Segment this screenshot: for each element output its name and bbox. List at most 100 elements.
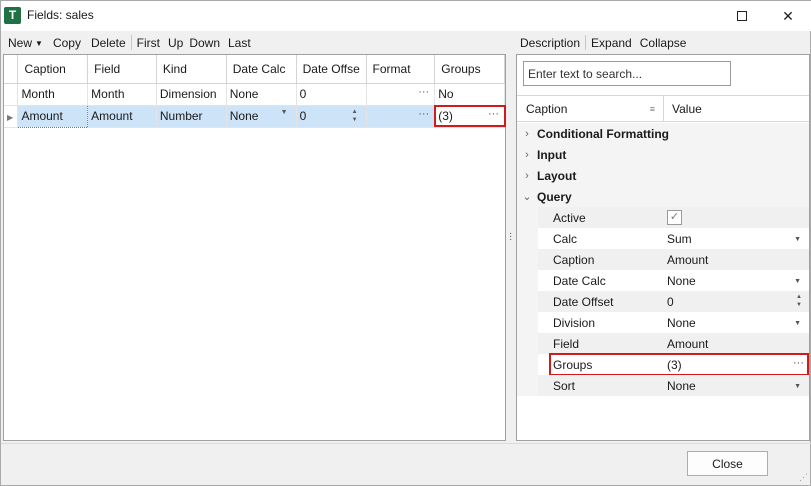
chevron-down-icon[interactable]: ▼: [794, 383, 801, 390]
description-button[interactable]: Description: [517, 36, 585, 50]
inspector-toolbar: Description Expand Collapse: [517, 34, 691, 51]
table-row-selected[interactable]: ▶ Amount Amount Number None ▼ 0 ▲ ▼ ··· (3)…: [4, 104, 505, 128]
cell-kind[interactable]: Dimension: [156, 83, 227, 106]
chevron-down-icon[interactable]: ⌄: [517, 190, 537, 203]
cell-format[interactable]: ···: [366, 105, 436, 128]
chevron-right-icon[interactable]: ›: [517, 128, 537, 140]
fields-grid: Caption Field Kind Date Calc Date Offse …: [4, 55, 505, 128]
row-indicator[interactable]: ▶: [4, 105, 19, 128]
property-value[interactable]: None ▼: [665, 312, 809, 333]
property-name: Division: [553, 315, 596, 330]
cell-field[interactable]: Month: [87, 83, 157, 106]
ellipsis-icon[interactable]: ···: [418, 108, 429, 120]
row-indicator-header: [4, 55, 19, 84]
cell-date-offset[interactable]: 0: [296, 83, 367, 106]
chevron-down-icon: ▼: [35, 38, 43, 48]
column-header-date-offset[interactable]: Date Offse: [296, 55, 367, 84]
chevron-right-icon[interactable]: ›: [517, 170, 537, 182]
row-indicator[interactable]: [4, 83, 19, 106]
property-value-text: Amount: [667, 336, 709, 351]
column-header-field[interactable]: Field: [87, 55, 157, 84]
column-header-date-calc[interactable]: Date Calc: [226, 55, 297, 84]
property-name: Active: [538, 207, 665, 228]
close-window-button[interactable]: ✕: [765, 1, 811, 31]
spinner-icon[interactable]: ▲ ▼: [352, 108, 358, 124]
new-label: New: [8, 35, 33, 50]
property-field[interactable]: Field Amount: [517, 333, 809, 354]
row-arrow-icon: ▶: [7, 113, 14, 122]
cell-field[interactable]: Amount: [87, 105, 157, 128]
category-conditional-formatting[interactable]: › Conditional Formatting: [517, 123, 809, 144]
property-list: › Conditional Formatting › Input › Layou…: [517, 123, 809, 396]
copy-button[interactable]: Copy: [48, 36, 86, 50]
chevron-down-icon[interactable]: ▼: [281, 109, 288, 116]
close-button[interactable]: Close: [687, 451, 768, 476]
caption-column-header[interactable]: Caption ≡: [517, 96, 664, 121]
up-button[interactable]: Up: [165, 36, 186, 50]
category-input[interactable]: › Input: [517, 144, 809, 165]
property-active[interactable]: Active ✓: [517, 207, 809, 228]
cell-date-calc[interactable]: None: [226, 83, 297, 106]
maximize-button[interactable]: [719, 1, 765, 31]
cell-format[interactable]: ···: [366, 83, 436, 106]
title-bar: T Fields: sales — ✕: [1, 1, 811, 31]
property-sort[interactable]: Sort None ▼: [517, 375, 809, 396]
cell-date-calc[interactable]: None ▼: [226, 105, 297, 128]
property-groups[interactable]: Groups (3) ···: [517, 353, 809, 376]
down-button[interactable]: Down: [186, 36, 223, 50]
property-value-text: 0: [667, 294, 674, 309]
value-column-header: Value: [672, 101, 702, 116]
collapse-button[interactable]: Collapse: [637, 36, 692, 50]
active-checkbox[interactable]: ✓: [667, 210, 682, 225]
column-header-groups[interactable]: Groups: [434, 55, 505, 84]
property-value[interactable]: 0 ▲ ▼: [665, 291, 809, 312]
column-header-kind[interactable]: Kind: [156, 55, 227, 84]
column-header-format[interactable]: Format: [366, 55, 436, 84]
property-header: Caption ≡ Value: [517, 95, 809, 122]
grid-toolbar: New ▼ Copy Delete First Up Down Last: [3, 34, 256, 51]
chevron-right-icon[interactable]: ›: [517, 149, 537, 161]
property-value[interactable]: ✓: [665, 207, 809, 228]
property-value[interactable]: Amount: [665, 249, 809, 270]
cell-date-calc-value: None: [229, 109, 259, 123]
new-button[interactable]: New ▼: [3, 36, 48, 50]
property-value[interactable]: None ▼: [665, 375, 809, 396]
first-button[interactable]: First: [132, 36, 165, 50]
property-caption[interactable]: Caption Amount: [517, 249, 809, 270]
property-date-calc[interactable]: Date Calc None ▼: [517, 270, 809, 291]
delete-button[interactable]: Delete: [86, 36, 131, 50]
category-label: Query: [537, 189, 572, 204]
expand-button[interactable]: Expand: [586, 36, 637, 50]
chevron-down-icon[interactable]: ▼: [794, 236, 801, 243]
chevron-down-icon[interactable]: ▼: [794, 278, 801, 285]
ellipsis-icon[interactable]: ···: [418, 86, 429, 98]
table-row[interactable]: Month Month Dimension None 0 ··· No: [4, 83, 505, 106]
resize-grip-icon[interactable]: ⋰: [799, 472, 808, 483]
property-value[interactable]: Amount: [665, 333, 809, 354]
window-title: Fields: sales: [27, 8, 94, 22]
cell-date-offset-value: 0: [299, 109, 307, 123]
property-value-text: None: [667, 273, 696, 288]
chevron-down-icon[interactable]: ▼: [794, 320, 801, 327]
splitter-handle[interactable]: · · ·: [509, 229, 512, 245]
cell-caption[interactable]: Amount: [17, 104, 89, 128]
property-value[interactable]: Sum ▼: [665, 228, 809, 249]
fields-grid-panel: Caption Field Kind Date Calc Date Offse …: [3, 54, 506, 441]
property-calc[interactable]: Calc Sum ▼: [517, 228, 809, 249]
column-header-caption[interactable]: Caption: [17, 55, 89, 84]
search-input[interactable]: [523, 61, 731, 86]
cell-groups[interactable]: No: [434, 83, 505, 106]
last-button[interactable]: Last: [223, 36, 256, 50]
category-label: Input: [537, 147, 567, 162]
spinner-icon[interactable]: ▲ ▼: [796, 293, 802, 309]
cell-caption[interactable]: Month: [17, 83, 89, 106]
sort-icon[interactable]: ≡: [650, 104, 655, 114]
property-date-offset[interactable]: Date Offset 0 ▲ ▼: [517, 291, 809, 312]
property-division[interactable]: Division None ▼: [517, 312, 809, 333]
category-query[interactable]: ⌄ Query: [517, 186, 809, 207]
category-layout[interactable]: › Layout: [517, 165, 809, 186]
cell-date-offset[interactable]: 0 ▲ ▼: [296, 105, 367, 128]
property-name: Date Offset: [538, 291, 665, 312]
property-value[interactable]: None ▼: [665, 270, 809, 291]
cell-kind[interactable]: Number: [156, 105, 227, 128]
